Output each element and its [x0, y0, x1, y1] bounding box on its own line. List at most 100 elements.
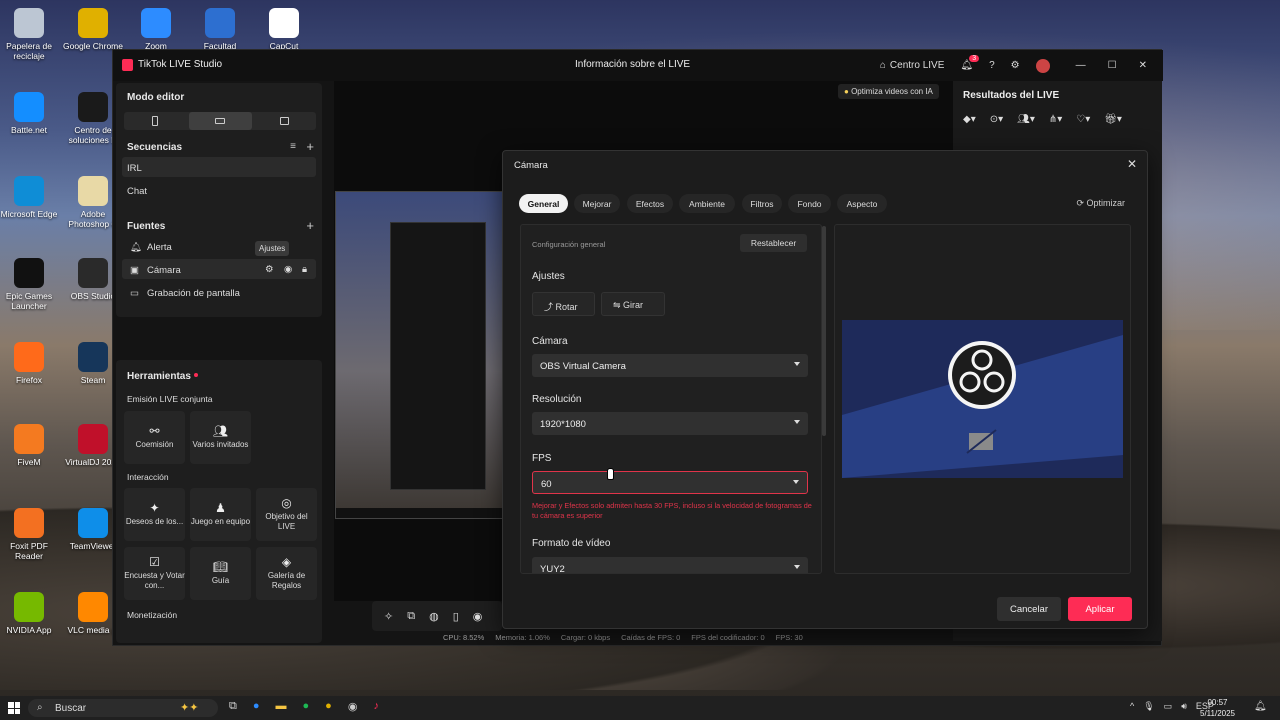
add-sequence-icon[interactable]: + — [306, 139, 314, 154]
record-icon[interactable]: ◉ — [473, 610, 483, 623]
taskbar-search[interactable]: ⌕ Buscar ✦✦ — [28, 699, 218, 717]
taskbar-apps: ⧉ ● ▬ ● ● ◉ ♪ — [229, 700, 379, 713]
tiktok-taskbar-icon[interactable]: ♪ — [373, 700, 379, 713]
volume-icon[interactable]: 🔊︎ — [1181, 701, 1187, 712]
cancel-button[interactable]: Cancelar — [997, 597, 1061, 621]
clock-date: 5/11/2025 — [1200, 709, 1235, 718]
sequence-chat[interactable]: Chat — [127, 186, 147, 197]
clock[interactable]: 00:57 5/11/2025 — [1200, 697, 1235, 719]
sequence-irl[interactable]: IRL — [127, 163, 142, 174]
lock-icon[interactable]: 🔒︎ — [302, 264, 307, 275]
file-explorer-icon[interactable]: ▬ — [276, 700, 287, 713]
tab-efectos[interactable]: Efectos — [627, 194, 673, 213]
card-label: Deseos de los... — [125, 516, 184, 526]
source-camara[interactable]: Cámara — [147, 265, 181, 276]
flip-button[interactable]: ⇋ Girar — [601, 292, 665, 316]
live-info-title[interactable]: Información sobre el LIVE — [575, 59, 690, 70]
followers-icon[interactable]: 👥︎▾ — [1017, 114, 1035, 125]
avatar[interactable] — [1035, 58, 1050, 73]
effects-icon[interactable]: ◍ — [429, 610, 439, 623]
task-view-icon[interactable]: ⧉ — [229, 700, 237, 713]
list-icon[interactable]: ≡ — [290, 141, 296, 152]
gear-icon[interactable]: ⚙ — [1011, 60, 1020, 71]
reset-button[interactable]: Restablecer — [740, 234, 807, 252]
desktop-app-icon — [14, 8, 44, 38]
desktop-icon[interactable]: Papelera de reciclaje — [0, 8, 61, 61]
desktop-icon[interactable]: Battle.net — [0, 92, 61, 135]
windows-start-icon[interactable] — [8, 702, 20, 714]
obs-logo-inner — [952, 345, 1012, 405]
poll-card[interactable]: ☑ Encuesta y Votar con... — [124, 547, 185, 600]
desktop-icon[interactable]: Google Chrome — [61, 8, 125, 51]
apply-button[interactable]: Aplicar — [1068, 597, 1132, 621]
mic-icon[interactable]: 🎙︎ — [1143, 701, 1154, 712]
tab-general[interactable]: General — [519, 194, 568, 213]
layers-icon[interactable]: ⧉ — [407, 610, 415, 623]
camera-select[interactable]: OBS Virtual Camera — [532, 354, 808, 377]
settings-source-icon[interactable]: ⚙ — [265, 264, 274, 275]
target-icon: ◎ — [281, 495, 292, 510]
zoom-taskbar-icon[interactable]: ● — [253, 700, 260, 713]
title-bar: TikTok LIVE Studio Información sobre el … — [113, 50, 1163, 81]
mode-editor-label[interactable]: Modo editor — [127, 92, 184, 103]
source-screen-recording[interactable]: Grabación de pantalla — [147, 288, 240, 299]
centro-live-button[interactable]: Centro LIVE — [890, 60, 944, 71]
coins-icon[interactable]: ⊙▾ — [990, 114, 1003, 125]
fps-select[interactable]: 60 — [532, 471, 808, 494]
chevron-up-icon[interactable]: ^ — [1130, 701, 1134, 712]
like-icon[interactable]: ♡▾ — [1076, 114, 1090, 125]
dual-mode-icon[interactable] — [280, 117, 289, 125]
maximize-icon[interactable]: ☐ — [1108, 60, 1117, 71]
tab-mejorar[interactable]: Mejorar — [574, 194, 620, 213]
help-icon[interactable]: ? — [989, 60, 995, 71]
guide-card[interactable]: 📖︎ Guía — [190, 547, 251, 600]
optimize-button[interactable]: ⟳ Optimizar — [1076, 198, 1125, 209]
tab-aspecto[interactable]: Aspecto — [837, 194, 887, 213]
gift-gallery-card[interactable]: ◈ Galería de Regalos — [256, 547, 317, 600]
visibility-eye-icon[interactable]: ◉ — [284, 264, 292, 275]
gift-icon[interactable]: 🎁︎▾ — [1104, 114, 1122, 125]
close-icon[interactable]: ✕ — [1139, 60, 1147, 71]
nested-window-preview — [390, 222, 486, 490]
settings-scrollbar[interactable] — [822, 226, 826, 436]
coemission-card[interactable]: ⚯ Coemisión — [124, 411, 185, 464]
desktop-icon[interactable]: Foxit PDF Reader — [0, 508, 61, 561]
portrait-mode-icon[interactable] — [152, 116, 158, 126]
minimize-icon[interactable]: — — [1076, 60, 1086, 71]
magic-icon[interactable]: ✧ — [384, 610, 393, 623]
desktop-icon[interactable]: Epic Games Launcher — [0, 258, 61, 311]
desktop-icon[interactable]: NVIDIA App — [0, 592, 61, 635]
diamond-icon[interactable]: ◆▾ — [963, 114, 976, 125]
desktop-icon[interactable]: FiveM — [0, 424, 61, 467]
tab-fondo[interactable]: Fondo — [788, 194, 831, 213]
rotate-button[interactable]: ⤴ Rotar — [532, 292, 595, 316]
ai-hint[interactable]: ● Optimiza videos con IA — [838, 84, 939, 99]
live-goal-card[interactable]: ◎ Objetivo del LIVE — [256, 488, 317, 541]
tab-filtros[interactable]: Filtros — [742, 194, 782, 213]
desktop-app-icon — [78, 258, 108, 288]
network-icon[interactable]: ▭ — [1164, 701, 1173, 712]
add-source-icon[interactable]: + — [306, 218, 314, 233]
desktop-icon[interactable]: Firefox — [0, 342, 61, 385]
phone-icon[interactable]: ▯ — [453, 610, 459, 623]
bell-icon[interactable]: 🔔︎ 3 — [960, 55, 980, 71]
resolution-select[interactable]: 1920*1080 — [532, 412, 808, 435]
team-game-card[interactable]: ♟ Juego en equipo — [190, 488, 251, 541]
tab-ambiente[interactable]: Ambiente — [679, 194, 735, 213]
desktop-icon[interactable]: Microsoft Edge — [0, 176, 61, 219]
wishes-card[interactable]: ✦ Deseos de los... — [124, 488, 185, 541]
spotify-icon[interactable]: ● — [303, 700, 310, 713]
format-select[interactable]: YUY2 — [532, 557, 808, 573]
share-icon[interactable]: ⋔▾ — [1049, 114, 1062, 125]
desktop-icon[interactable]: CapCut — [252, 8, 316, 51]
guests-card[interactable]: 👥︎ Varios invitados — [190, 411, 251, 464]
close-dialog-icon[interactable]: ✕ — [1127, 157, 1137, 171]
home-icon[interactable]: ⌂ — [880, 60, 886, 71]
card-label: Galería de Regalos — [267, 570, 306, 590]
obs-taskbar-icon[interactable]: ◉ — [348, 700, 358, 713]
clock-time: 00:57 — [1207, 698, 1228, 707]
source-alerta[interactable]: Alerta — [147, 242, 172, 253]
notifications-icon[interactable]: 🔔︎ — [1254, 701, 1267, 712]
desktop-app-icon — [14, 592, 44, 622]
chrome-taskbar-icon[interactable]: ● — [325, 700, 332, 713]
